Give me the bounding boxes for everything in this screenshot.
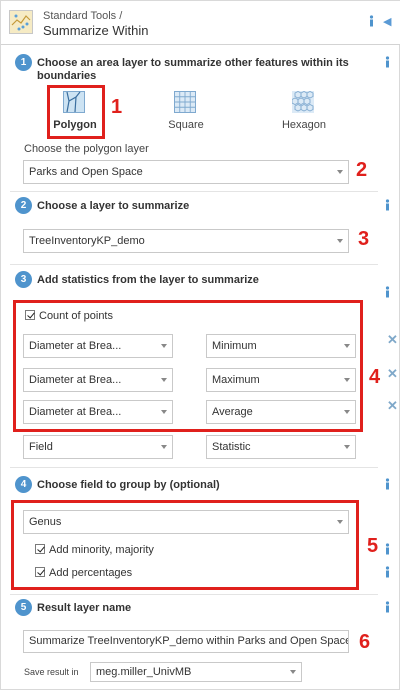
annotation-number-6: 6 [359, 631, 371, 653]
divider [10, 467, 378, 468]
annotation-number-5: 5 [367, 535, 379, 557]
chevron-down-icon [337, 239, 343, 243]
save-folder-value: meg.miller_UnivMB [96, 666, 192, 678]
remove-statistic-icon[interactable]: ✕ [387, 398, 398, 414]
annotation-number-2: 2 [356, 159, 368, 181]
divider [10, 594, 378, 595]
step-4-info-icon[interactable] [383, 478, 392, 490]
remove-statistic-icon[interactable]: ✕ [387, 366, 398, 382]
chevron-down-icon [290, 670, 296, 674]
minority-info-icon[interactable] [383, 543, 392, 555]
step-4-title: Choose field to group by (optional) [37, 479, 220, 491]
area-option-square[interactable]: Square [146, 87, 226, 137]
save-result-label: Save result in [24, 667, 79, 677]
step-2-title: Choose a layer to summarize [37, 200, 190, 212]
hexagon-grid-icon [292, 91, 314, 113]
header-breadcrumb: Standard Tools / [43, 10, 123, 22]
step-3-badge: 3 [15, 271, 32, 288]
divider [10, 264, 378, 265]
step-2-info-icon[interactable] [383, 199, 392, 211]
annotation-box-4 [13, 300, 363, 432]
panel-title: Summarize Within [43, 23, 149, 38]
stat-field-select-new[interactable]: Field [23, 435, 173, 459]
step-3-title: Add statistics from the layer to summari… [37, 274, 259, 286]
polygon-layer-value: Parks and Open Space [29, 166, 143, 178]
summarize-layer-select[interactable]: TreeInventoryKP_demo [23, 229, 349, 253]
step-5-badge: 5 [15, 599, 32, 616]
summarize-layer-value: TreeInventoryKP_demo [29, 235, 145, 247]
stat-field-value: Field [29, 441, 53, 453]
summarize-within-tool-icon [9, 10, 33, 34]
step-1-title-line1: Choose an area layer to summarize other … [37, 57, 349, 69]
step-1-badge: 1 [15, 54, 32, 71]
step-5-title: Result layer name [37, 602, 132, 614]
polygon-layer-select[interactable]: Parks and Open Space [23, 160, 349, 184]
step-1-info-icon[interactable] [383, 56, 392, 68]
hexagon-label: Hexagon [281, 119, 327, 131]
divider [10, 191, 378, 192]
panel-header: Standard Tools / Summarize Within ◀ [1, 1, 400, 45]
save-folder-select[interactable]: meg.miller_UnivMB [90, 662, 302, 682]
square-grid-icon [174, 91, 196, 113]
annotation-number-3: 3 [358, 228, 370, 250]
step-1-title-line2: boundaries [37, 70, 97, 82]
stat-type-select-new[interactable]: Statistic [206, 435, 356, 459]
step-2-badge: 2 [15, 197, 32, 214]
result-layer-name-input[interactable]: Summarize TreeInventoryKP_demo within Pa… [23, 630, 349, 653]
annotation-number-4: 4 [369, 366, 381, 388]
step-5-info-icon[interactable] [383, 601, 392, 613]
annotation-box-5 [11, 500, 359, 590]
chevron-down-icon [161, 445, 167, 449]
square-label: Square [168, 119, 204, 131]
step-4-badge: 4 [15, 476, 32, 493]
chevron-down-icon [337, 170, 343, 174]
info-icon[interactable] [367, 15, 376, 27]
percentages-info-icon[interactable] [383, 566, 392, 578]
area-option-hexagon[interactable]: Hexagon [264, 87, 344, 137]
annotation-box-1 [47, 85, 105, 139]
polygon-layer-label: Choose the polygon layer [24, 143, 149, 155]
analysis-panel: Standard Tools / Summarize Within ◀ 1 Ch… [0, 0, 400, 690]
stat-type-value: Statistic [212, 441, 251, 453]
annotation-number-1: 1 [111, 96, 123, 118]
collapse-panel-icon[interactable]: ◀ [383, 15, 391, 28]
remove-statistic-icon[interactable]: ✕ [387, 332, 398, 348]
step-3-info-icon[interactable] [383, 286, 392, 298]
chevron-down-icon [344, 445, 350, 449]
